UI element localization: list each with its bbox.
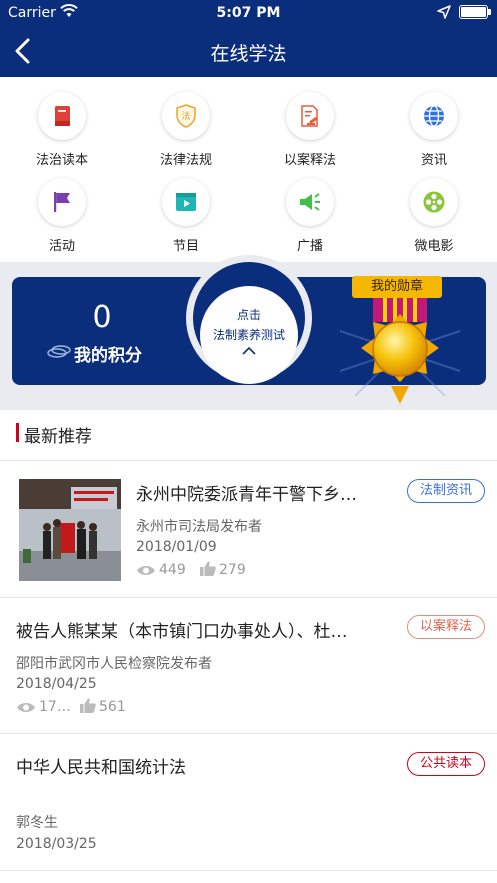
globe-icon [424, 105, 444, 127]
publish-date: 2018/03/25 [16, 836, 97, 852]
shield-law-icon: 法 [176, 104, 196, 128]
section-accent-bar [16, 423, 19, 442]
grid-item-label: 微电影 [414, 239, 454, 254]
grid-item-label: 节目 [172, 239, 199, 254]
grid-item-activity[interactable]: 活动 [12, 172, 112, 254]
grid-item-news[interactable]: 资讯 [384, 86, 484, 168]
grid-item-laws[interactable]: 法 法律法规 [136, 86, 236, 168]
points-icon [47, 345, 71, 358]
grid-item-label: 以案释法 [283, 153, 336, 168]
status-bar: Carrier 5:07 PM [0, 0, 497, 26]
like-count: 279 [219, 562, 246, 578]
flag-icon [54, 192, 70, 212]
news-thumbnail [19, 479, 121, 581]
category-tag[interactable]: 公共读本 [407, 752, 485, 776]
divider [0, 460, 497, 461]
clock: 5:07 PM [216, 5, 281, 21]
divider [0, 733, 497, 734]
publisher: 邵阳市武冈市人民检察院发布者 [16, 656, 212, 672]
like-count: 561 [99, 699, 126, 715]
view-count: 449 [159, 562, 186, 578]
news-title: 永州中院委派青年干警下乡… [136, 485, 357, 505]
divider [0, 870, 497, 871]
category-tag[interactable]: 法制资讯 [407, 479, 485, 503]
eye-icon [137, 566, 155, 575]
divider [0, 597, 497, 598]
battery-cap [488, 9, 491, 15]
grid-item-label: 法治读本 [35, 153, 88, 168]
publisher: 郭冬生 [16, 815, 58, 831]
gavel-document-icon [301, 105, 318, 127]
news-title: 被告人熊某某（本市镇门口办事处人）、杜… [16, 622, 348, 642]
thumbs-up-icon [80, 698, 96, 713]
grid-item-case-explain[interactable]: 以案释法 [260, 86, 360, 168]
literacy-test-button[interactable]: 点击 法制素养测试 [200, 286, 298, 384]
eye-icon [17, 703, 35, 712]
grid-item-program[interactable]: 节目 [136, 172, 236, 254]
publish-date: 2018/01/09 [136, 539, 217, 555]
location-arrow-icon [437, 5, 451, 19]
score-label[interactable]: 我的积分 [74, 341, 142, 366]
megaphone-icon [300, 193, 320, 211]
play-box-icon [176, 193, 196, 211]
grid-item-label: 广播 [296, 239, 323, 254]
grid-item-label: 活动 [48, 239, 75, 254]
score-value[interactable]: 0 [62, 300, 142, 335]
svg-text:法: 法 [181, 110, 190, 122]
chevron-up-icon [242, 346, 256, 355]
page-title: 在线学法 [210, 43, 287, 65]
publish-date: 2018/04/25 [16, 676, 97, 692]
battery-icon [459, 5, 488, 19]
test-button-line1: 点击 [236, 308, 261, 322]
category-tag[interactable]: 以案释法 [407, 615, 485, 639]
thumbs-up-icon [200, 561, 216, 576]
news-title: 中华人民共和国统计法 [16, 758, 186, 778]
grid-item-micro-film[interactable]: 微电影 [384, 172, 484, 254]
film-reel-icon [423, 191, 445, 213]
navigation-bar: Carrier 5:07 PM 在线学法 [0, 0, 497, 77]
grid-item-broadcast[interactable]: 广播 [260, 172, 360, 254]
book-icon [55, 106, 70, 126]
test-button-line2: 法制素养测试 [212, 328, 285, 342]
my-medal-label[interactable]: 我的勋章 [352, 276, 442, 298]
grid-item-label: 法律法规 [159, 153, 212, 168]
grid-item-label: 资讯 [420, 153, 447, 168]
publisher: 永州市司法局发布者 [136, 519, 262, 535]
view-count: 17… [39, 699, 71, 715]
section-title: 最新推荐 [24, 427, 92, 447]
grid-item-law-reader[interactable]: 法治读本 [12, 86, 112, 168]
